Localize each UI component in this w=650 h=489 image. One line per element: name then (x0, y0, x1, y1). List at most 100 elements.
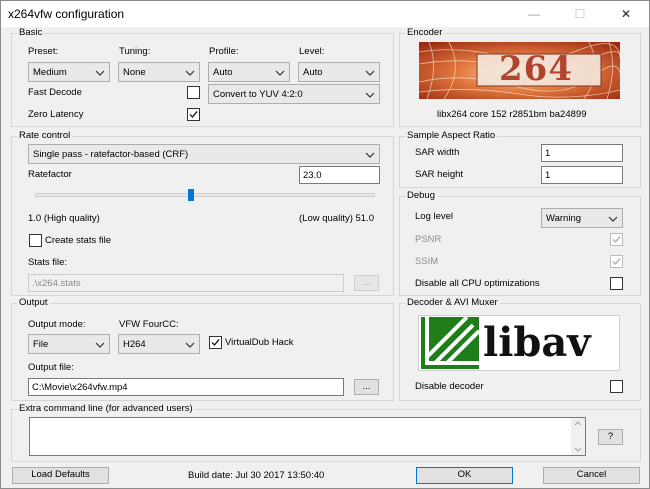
rate-control-mode-select[interactable]: Single pass - ratefactor-based (CRF) (28, 144, 380, 164)
libav-logo-mark (421, 317, 479, 369)
sar-width-label: SAR width (415, 147, 460, 158)
tuning-label: Tuning: (119, 46, 151, 57)
chevron-down-icon (365, 152, 375, 158)
sar-group-title: Sample Aspect Ratio (405, 130, 498, 142)
chevron-down-icon (365, 92, 375, 98)
extra-cmdline-textarea[interactable] (29, 417, 586, 456)
dialog-window: x264vfw configuration — ☐ ✕ Basic Preset… (0, 0, 650, 489)
output-group-title: Output (17, 297, 50, 309)
disable-decoder-label: Disable decoder (415, 381, 484, 392)
encoder-version: libx264 core 152 r2851bm ba24899 (437, 109, 587, 120)
psnr-label: PSNR (415, 234, 442, 245)
colorspace-select-value: Convert to YUV 4:2:0 (213, 89, 303, 100)
extra-help-button[interactable]: ? (598, 429, 623, 445)
level-select[interactable]: Auto (298, 62, 380, 82)
libav-logo: libav (418, 315, 620, 371)
preset-select[interactable]: Medium (28, 62, 110, 82)
chevron-down-icon (185, 342, 195, 348)
disable-decoder-checkbox[interactable] (610, 380, 623, 393)
close-button[interactable]: ✕ (603, 1, 649, 27)
ssim-label: SSIM (415, 256, 439, 267)
chevron-down-icon (185, 70, 195, 76)
ratefactor-slider-track[interactable] (35, 193, 375, 197)
fast-decode-checkbox[interactable] (187, 86, 200, 99)
chevron-down-icon (95, 70, 105, 76)
chevron-down-icon (365, 70, 375, 76)
cancel-button[interactable]: Cancel (543, 467, 640, 484)
preset-select-value: Medium (33, 67, 67, 78)
sar-height-label: SAR height (415, 169, 464, 180)
disable-cpu-checkbox[interactable] (610, 277, 623, 290)
decoder-group-title: Decoder & AVI Muxer (405, 297, 500, 309)
ratefactor-label: Ratefactor (28, 169, 72, 180)
basic-group-title: Basic (17, 27, 45, 39)
disable-cpu-label: Disable all CPU optimizations (415, 278, 540, 289)
load-defaults-button[interactable]: Load Defaults (12, 467, 109, 484)
chevron-down-icon (275, 70, 285, 76)
ratefactor-min-label: 1.0 (High quality) (28, 213, 100, 224)
checkmark-icon (612, 258, 621, 266)
stats-file-label: Stats file: (28, 257, 68, 268)
rate-control-group-title: Rate control (17, 130, 73, 142)
ratefactor-slider-thumb[interactable] (188, 189, 194, 201)
chevron-down-icon (95, 342, 105, 348)
ssim-checkbox[interactable] (610, 255, 623, 268)
minimize-icon: — (528, 7, 540, 21)
ratefactor-input[interactable]: 23.0 (299, 166, 380, 184)
stats-file-input[interactable]: .\x264.stats (28, 274, 344, 292)
output-mode-select[interactable]: File (28, 334, 110, 354)
window-title: x264vfw configuration (8, 7, 125, 21)
sar-width-input[interactable]: 1 (541, 144, 623, 162)
build-date: Build date: Jul 30 2017 13:50:40 (188, 470, 325, 481)
x264-logo: 264 (419, 42, 620, 99)
create-stats-label: Create stats file (45, 235, 111, 246)
colorspace-select[interactable]: Convert to YUV 4:2:0 (208, 84, 380, 104)
stats-file-browse-button[interactable]: ... (354, 275, 379, 291)
sar-height-value: 1 (545, 170, 551, 181)
preset-label: Preset: (28, 46, 59, 57)
stats-file-value: .\x264.stats (32, 278, 81, 289)
psnr-checkbox[interactable] (610, 233, 623, 246)
extra-cmdline-title: Extra command line (for advanced users) (17, 403, 195, 415)
output-file-input[interactable]: C:\Movie\x264vfw.mp4 (28, 378, 344, 396)
checkmark-icon (612, 236, 621, 244)
profile-label: Profile: (209, 46, 239, 57)
output-file-value: C:\Movie\x264vfw.mp4 (32, 382, 128, 393)
chevron-down-icon (608, 216, 618, 222)
extra-cmdline-scrollbar[interactable] (571, 418, 585, 455)
minimize-button[interactable]: — (511, 1, 557, 27)
log-level-select[interactable]: Warning (541, 208, 623, 228)
log-level-value: Warning (546, 213, 582, 224)
libav-logo-text: libav (483, 319, 591, 366)
tuning-select-value: None (123, 67, 146, 78)
output-mode-value: File (33, 339, 49, 350)
maximize-icon: ☐ (574, 7, 586, 21)
checkmark-icon (211, 339, 220, 347)
tuning-select[interactable]: None (118, 62, 200, 82)
encoder-group-title: Encoder (405, 27, 445, 39)
zero-latency-checkbox[interactable] (187, 108, 200, 121)
x264-logo-text: 264 (499, 49, 573, 89)
rate-control-mode-value: Single pass - ratefactor-based (CRF) (33, 149, 189, 160)
ratefactor-max-label: (Low quality) 51.0 (299, 213, 374, 224)
fast-decode-label: Fast Decode (28, 87, 82, 98)
output-file-browse-button[interactable]: ... (354, 379, 379, 395)
log-level-label: Log level (415, 211, 454, 222)
virtualdub-hack-checkbox[interactable] (209, 336, 222, 349)
ok-button[interactable]: OK (416, 467, 513, 484)
zero-latency-label: Zero Latency (28, 109, 84, 120)
maximize-button[interactable]: ☐ (557, 1, 603, 27)
virtualdub-hack-label: VirtualDub Hack (225, 337, 294, 348)
scroll-arrows-icon (574, 421, 582, 452)
sar-width-value: 1 (545, 148, 551, 159)
output-file-label: Output file: (28, 362, 74, 373)
fourcc-select[interactable]: H264 (118, 334, 200, 354)
create-stats-checkbox[interactable] (29, 234, 42, 247)
ratefactor-value: 23.0 (303, 170, 322, 181)
level-select-value: Auto (303, 67, 323, 78)
checkmark-icon (189, 111, 198, 119)
title-bar[interactable]: x264vfw configuration — ☐ ✕ (1, 1, 649, 27)
sar-height-input[interactable]: 1 (541, 166, 623, 184)
fourcc-label: VFW FourCC: (119, 319, 179, 330)
profile-select[interactable]: Auto (208, 62, 290, 82)
